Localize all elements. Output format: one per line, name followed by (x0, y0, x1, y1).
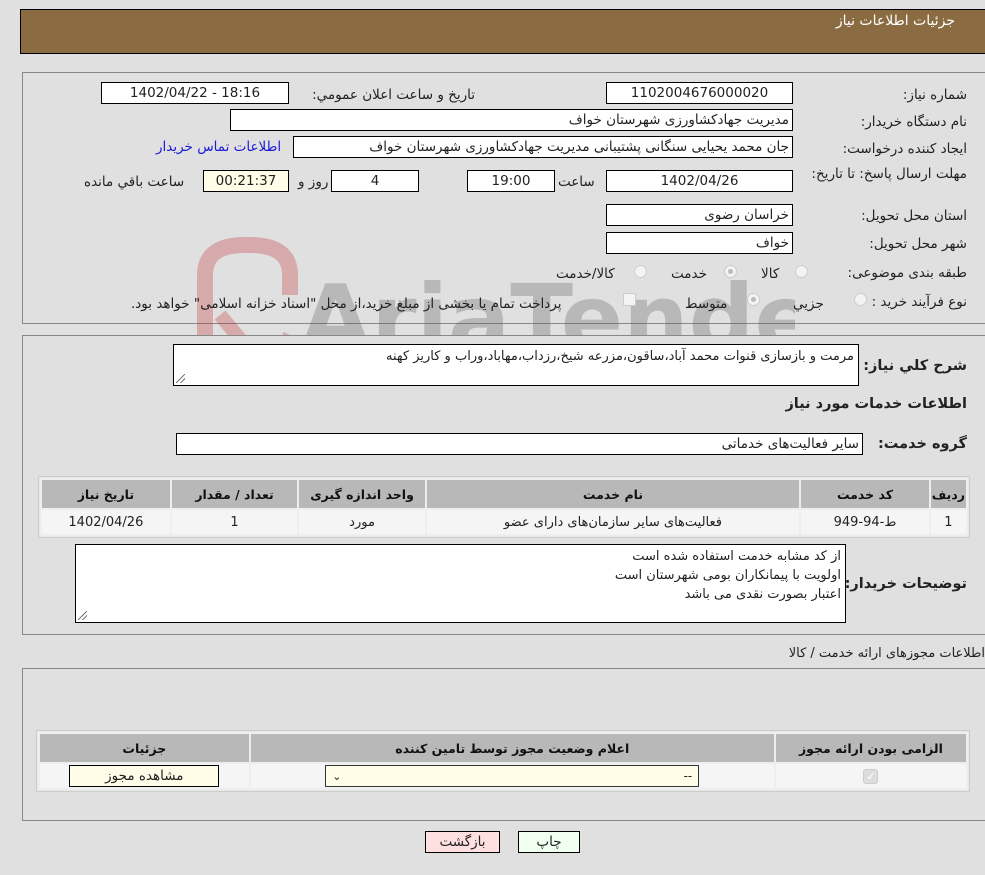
city-label: شهر محل تحویل: (869, 236, 967, 252)
treasury-checkbox[interactable] (623, 293, 636, 306)
process-radio-minor[interactable] (854, 293, 867, 306)
category-label: طبقه بندی موضوعی: (847, 265, 967, 281)
process-minor-label: جزيي (793, 296, 824, 312)
province-field: خراسان رضوی (606, 204, 793, 226)
col-permit-details: جزئیات (38, 732, 251, 764)
permits-section-title: اطلاعات مجوزهای ارائه خدمت / کالا (788, 646, 985, 661)
cell-row: 1 (928, 508, 969, 536)
page-title: جزئیات اطلاعات نیاز (835, 13, 955, 29)
process-radio-medium[interactable] (747, 293, 760, 306)
time-remaining-label: ساعت باقي مانده (84, 174, 185, 190)
cell-service-name: فعالیت‌های سایر سازمان‌های دارای عضو (424, 508, 802, 536)
col-quantity: تعداد / مقدار (169, 478, 300, 510)
cell-permit-status: ⌄ -- (248, 762, 776, 790)
description-text: مرمت و بازسازی قنوات محمد آباد،ساقون،مزر… (386, 349, 854, 364)
creator-label: ایجاد کننده درخواست: (842, 141, 967, 157)
process-medium-label: متوسط (685, 296, 728, 312)
cell-unit: مورد (297, 508, 427, 536)
chevron-down-icon: ⌄ (332, 769, 342, 783)
permits-table: الزامی بودن ارائه مجوز اعلام وضعیت مجوز … (38, 732, 969, 790)
time-remaining-field: 00:21:37 (203, 170, 289, 192)
buyer-notes-label: توضیحات خریدار: (844, 576, 967, 592)
table-row: ✓ ⌄ -- مشاهده مجوز (38, 762, 969, 790)
buyer-note-line: اولویت با پیمانکاران بومی شهرستان است (614, 568, 841, 583)
days-label: روز و (298, 174, 329, 190)
deadline-time-field: 19:00 (467, 170, 555, 192)
cell-permit-required: ✓ (773, 762, 969, 790)
process-label: نوع فرآیند خرید : (871, 294, 967, 310)
buyer-org-field: مدیریت جهادکشاورزی شهرستان خواف (230, 109, 793, 131)
services-table: ردیف کد خدمت نام خدمت واحد اندازه گیری ت… (40, 478, 969, 536)
col-row: ردیف (928, 478, 969, 510)
permit-status-select[interactable]: ⌄ -- (325, 765, 700, 787)
cell-permit-details: مشاهده مجوز (38, 762, 251, 790)
need-number-label: شماره نیاز: (902, 87, 967, 103)
category-radio-goods[interactable] (795, 265, 808, 278)
buyer-org-label: نام دستگاه خریدار: (860, 114, 967, 130)
announce-date-field: 1402/04/22 - 18:16 (101, 82, 289, 104)
need-number-field: 1102004676000020 (606, 82, 793, 104)
print-button[interactable]: چاپ (518, 831, 580, 853)
category-service-label: خدمت (671, 266, 707, 282)
back-button[interactable]: بازگشت (425, 831, 500, 853)
resize-grip-icon[interactable] (78, 611, 87, 620)
deadline-time-label: ساعت (558, 174, 595, 190)
cell-service-code: ط-94-949 (799, 508, 931, 536)
permits-table-header: الزامی بودن ارائه مجوز اعلام وضعیت مجوز … (38, 732, 969, 764)
creator-field: جان محمد یحیایی سنگانی پشتیبانی مدیریت ج… (293, 136, 793, 158)
services-table-header: ردیف کد خدمت نام خدمت واحد اندازه گیری ت… (40, 478, 969, 510)
treasury-note: پرداخت تمام یا بخشی از مبلغ خرید،از محل … (131, 296, 562, 312)
col-permit-required: الزامی بودن ارائه مجوز (773, 732, 969, 764)
view-permit-button[interactable]: مشاهده مجوز (69, 765, 220, 787)
days-remaining-field: 4 (331, 170, 419, 192)
category-radio-goods-service[interactable] (634, 265, 647, 278)
permit-status-value: -- (683, 769, 693, 783)
buyer-note-line: اعتبار بصورت نقدی می باشد (684, 587, 841, 602)
category-goods-service-label: کالا/خدمت (556, 266, 615, 282)
buyer-note-line: از کد مشابه خدمت استفاده شده است (632, 549, 841, 564)
col-service-name: نام خدمت (424, 478, 802, 510)
col-service-code: کد خدمت (799, 478, 931, 510)
permit-required-checkbox[interactable]: ✓ (863, 768, 879, 784)
buyer-notes-textarea[interactable]: از کد مشابه خدمت استفاده شده است اولویت … (75, 544, 846, 623)
table-row: 1 ط-94-949 فعالیت‌های سایر سازمان‌های دا… (40, 508, 969, 536)
category-radio-service[interactable] (724, 265, 737, 278)
services-section-title: اطلاعات خدمات مورد نیاز (785, 396, 967, 412)
service-group-label: گروه خدمت: (877, 436, 967, 452)
deadline-date-field: 1402/04/26 (606, 170, 793, 192)
description-label: شرح کلي نیاز: (863, 358, 967, 374)
cell-need-date: 1402/04/26 (40, 508, 172, 536)
service-group-field: سایر فعالیت‌های خدماتی (176, 433, 863, 455)
col-permit-status: اعلام وضعیت مجوز توسط تامین کننده (248, 732, 776, 764)
announce-date-label: تاریخ و ساعت اعلان عمومي: (312, 87, 475, 103)
col-need-date: تاریخ نیاز (40, 478, 172, 510)
province-label: استان محل تحویل: (861, 208, 967, 224)
description-textarea[interactable]: مرمت و بازسازی قنوات محمد آباد،ساقون،مزر… (173, 344, 859, 386)
buyer-contact-link[interactable]: اطلاعات تماس خریدار (156, 139, 281, 155)
category-goods-label: کالا (761, 266, 780, 282)
deadline-label: مهلت ارسال پاسخ: تا تاریخ: (811, 166, 967, 182)
city-field: خواف (606, 232, 793, 254)
col-unit: واحد اندازه گیری (297, 478, 427, 510)
cell-quantity: 1 (169, 508, 300, 536)
resize-grip-icon[interactable] (176, 374, 185, 383)
